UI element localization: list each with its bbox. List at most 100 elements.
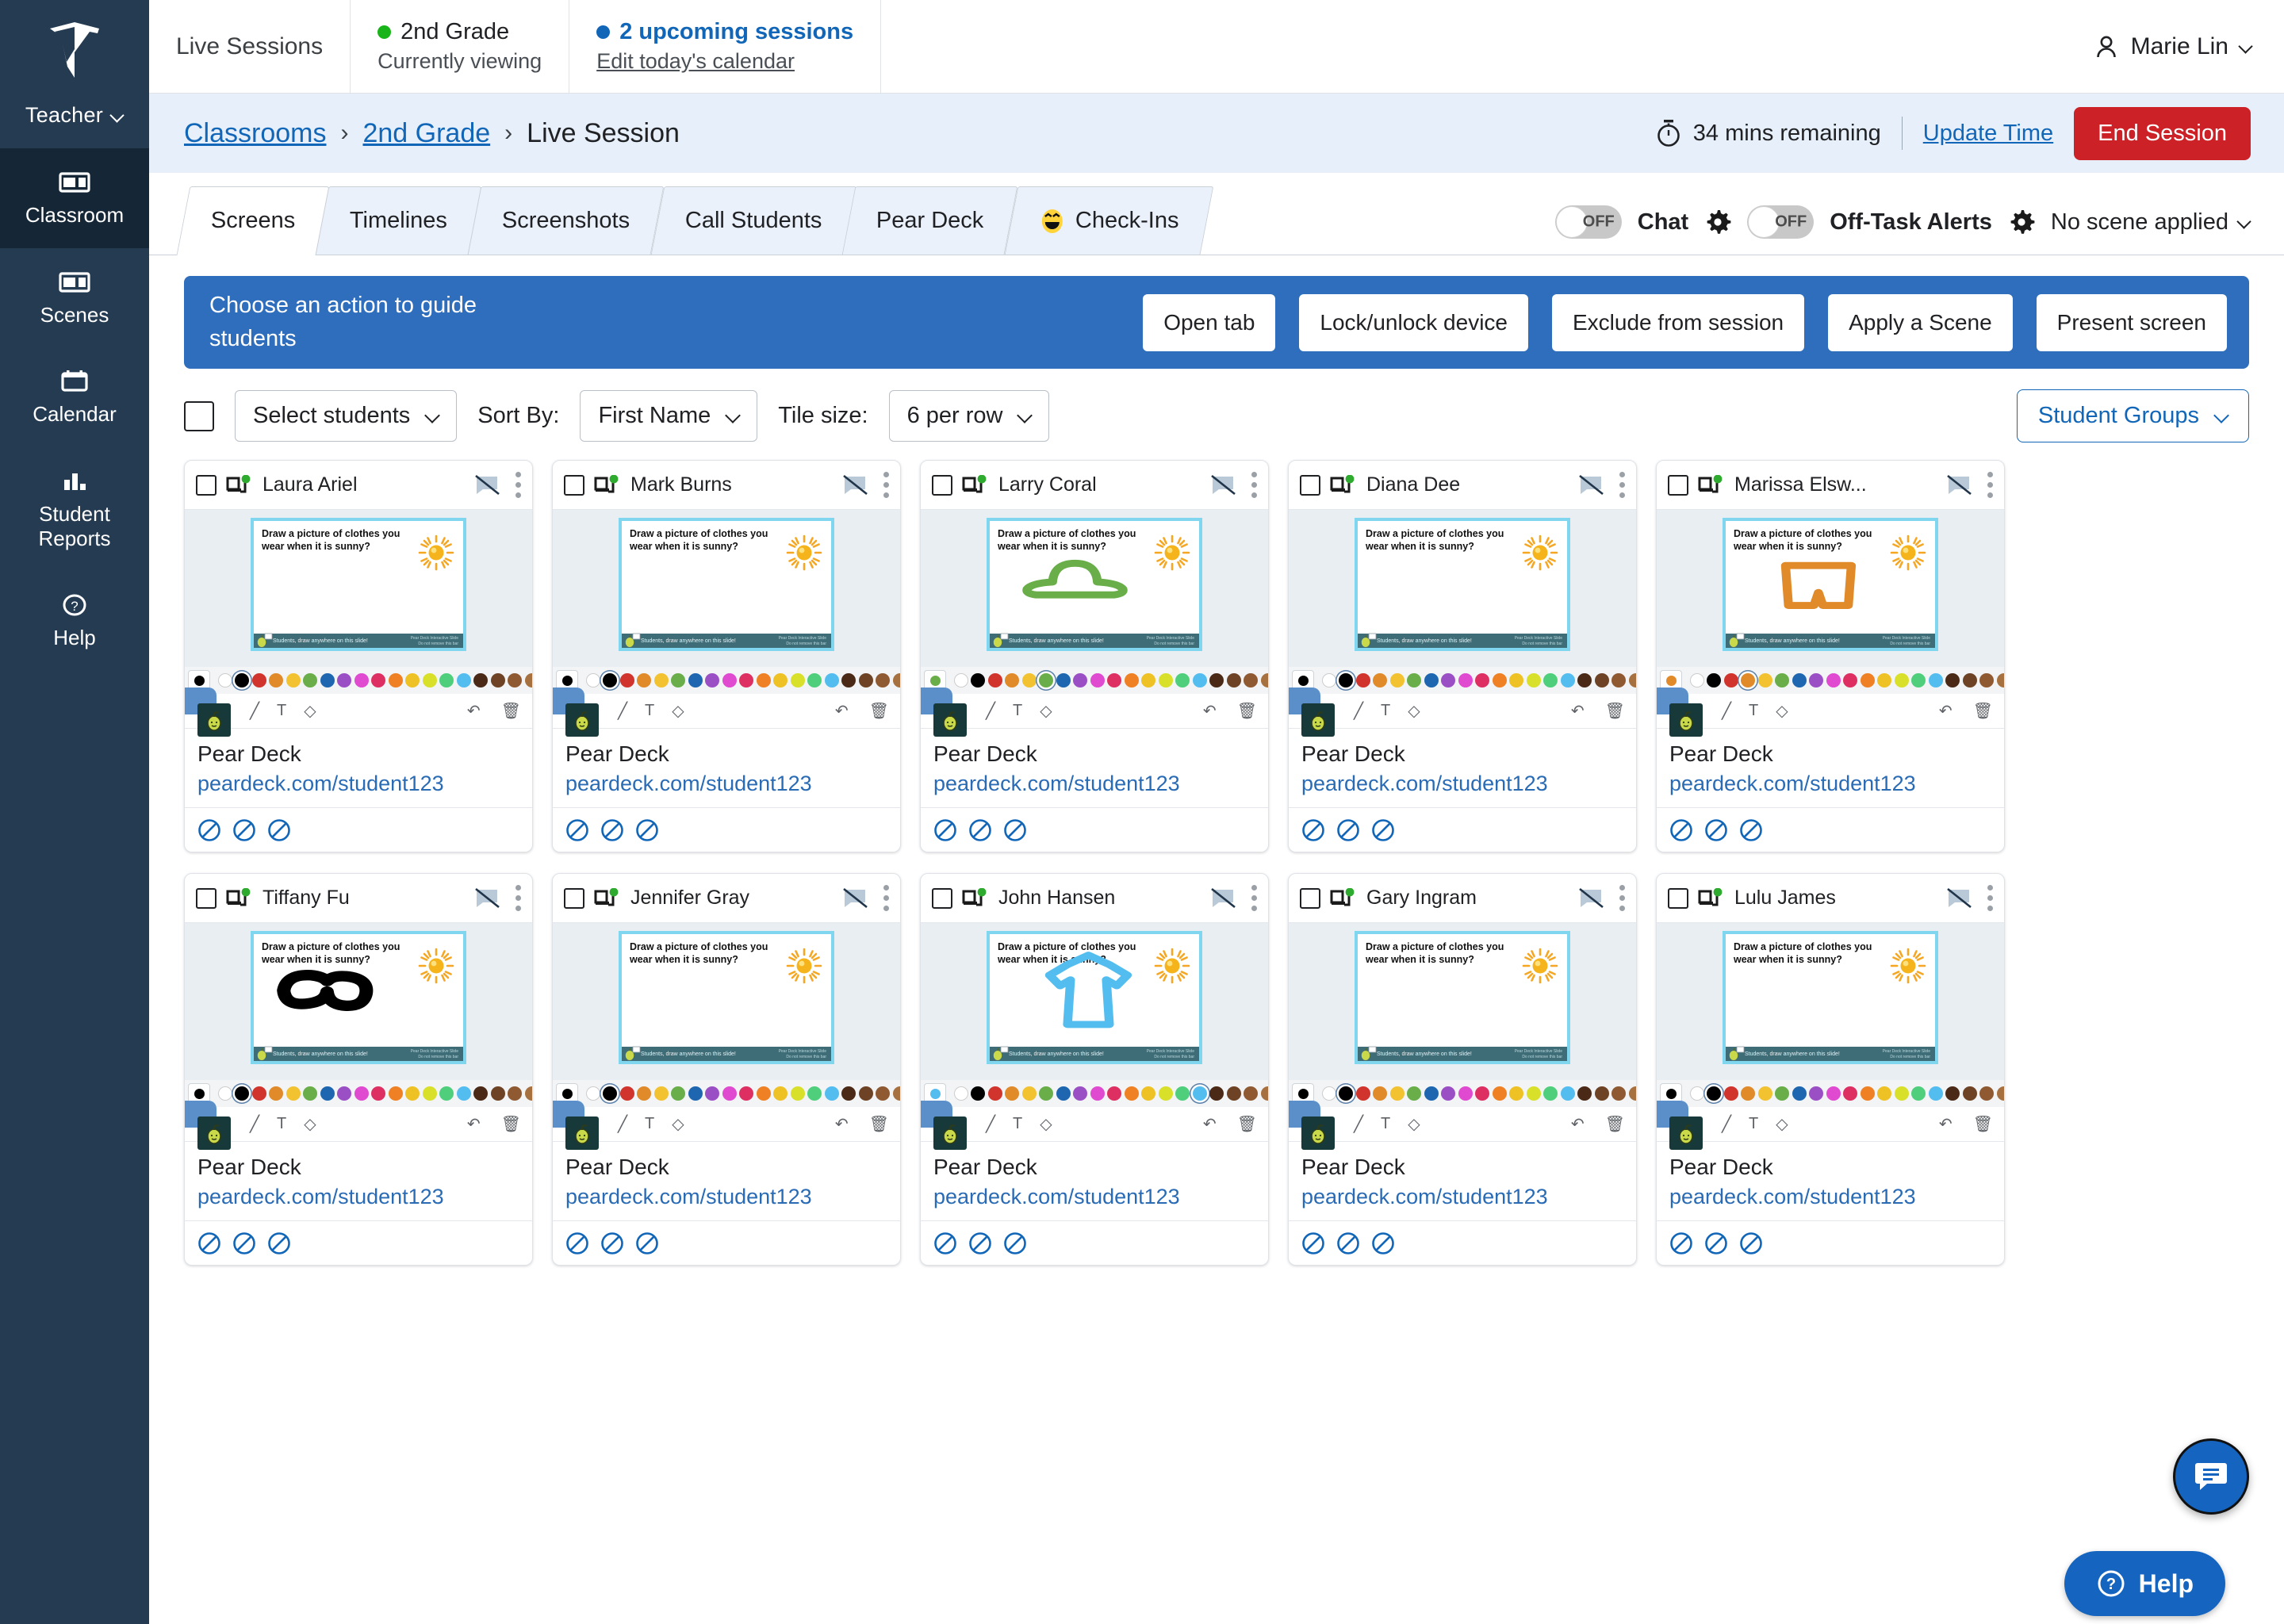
- color-swatch[interactable]: [1458, 1086, 1473, 1101]
- color-swatch[interactable]: [987, 1086, 1002, 1101]
- student-screen-preview[interactable]: Draw a picture of clothes you wear when …: [553, 510, 900, 667]
- trash-icon[interactable]: 🗑: [869, 701, 889, 721]
- color-swatch[interactable]: [439, 1086, 454, 1101]
- apply-a-scene-button[interactable]: Apply a Scene: [1828, 293, 2013, 351]
- sort-by-dropdown[interactable]: First Name: [580, 390, 758, 442]
- color-swatch[interactable]: [337, 673, 351, 688]
- color-swatch[interactable]: [1928, 1086, 1943, 1101]
- color-swatch[interactable]: [1141, 673, 1155, 688]
- chat-disabled-icon[interactable]: [473, 474, 500, 496]
- color-swatch[interactable]: [490, 1086, 505, 1101]
- color-swatch[interactable]: [1090, 673, 1105, 688]
- color-swatch[interactable]: [1073, 1086, 1087, 1101]
- color-swatch[interactable]: [807, 673, 822, 688]
- color-swatch[interactable]: [1073, 673, 1087, 688]
- eraser-icon[interactable]: ◇: [1776, 701, 1788, 721]
- more-vertical-icon[interactable]: [1251, 885, 1257, 911]
- student-card[interactable]: John Hansen Draw a picture of clothes you…: [920, 873, 1269, 1266]
- color-swatch[interactable]: [320, 1086, 335, 1101]
- color-swatch[interactable]: [953, 673, 968, 688]
- block-icon[interactable]: [1003, 818, 1027, 842]
- chat-disabled-icon[interactable]: [1945, 474, 1972, 496]
- pen-icon[interactable]: ╱: [618, 701, 627, 721]
- color-swatch[interactable]: [1543, 673, 1558, 688]
- block-icon[interactable]: [1336, 818, 1360, 842]
- text-icon[interactable]: T: [277, 702, 286, 720]
- color-swatch[interactable]: [371, 1086, 385, 1101]
- color-swatch[interactable]: [1945, 1086, 1960, 1101]
- color-swatch[interactable]: [1475, 673, 1489, 688]
- trash-icon[interactable]: 🗑: [869, 1114, 889, 1134]
- color-swatch[interactable]: [1260, 1086, 1268, 1101]
- undo-icon[interactable]: ↶: [1203, 1114, 1217, 1134]
- color-swatch[interactable]: [1158, 673, 1173, 688]
- color-swatch[interactable]: [1192, 673, 1207, 688]
- color-swatch[interactable]: [1107, 1086, 1121, 1101]
- color-swatch[interactable]: [1577, 673, 1592, 688]
- color-swatch[interactable]: [653, 1086, 669, 1101]
- student-card[interactable]: Diana Dee Draw a picture of clothes you w…: [1288, 460, 1637, 852]
- trash-icon[interactable]: 🗑: [1973, 701, 1993, 721]
- student-card[interactable]: Laura Ariel Draw a picture of clothes you…: [184, 460, 533, 852]
- app-url[interactable]: peardeck.com/student123: [565, 772, 887, 796]
- sidebar-item-help[interactable]: ? Help: [0, 571, 149, 671]
- color-swatch[interactable]: [422, 673, 437, 688]
- color-swatch[interactable]: [790, 1086, 805, 1101]
- undo-icon[interactable]: ↶: [835, 701, 849, 721]
- student-screen-preview[interactable]: Draw a picture of clothes you wear when …: [1657, 510, 2004, 667]
- text-icon[interactable]: T: [1749, 702, 1758, 720]
- color-swatch[interactable]: [1039, 673, 1053, 688]
- app-logo[interactable]: [0, 21, 149, 82]
- color-swatch[interactable]: [354, 673, 369, 688]
- breadcrumb-2nd-grade[interactable]: 2nd Grade: [362, 118, 490, 149]
- color-swatch[interactable]: [739, 673, 753, 688]
- sidebar-item-calendar[interactable]: Calendar: [0, 347, 149, 447]
- color-swatch[interactable]: [773, 1086, 788, 1101]
- sidebar-item-scenes[interactable]: Scenes: [0, 248, 149, 348]
- color-swatch[interactable]: [1373, 1086, 1387, 1101]
- color-swatch[interactable]: [388, 1086, 403, 1101]
- color-swatch[interactable]: [235, 1086, 249, 1101]
- color-swatch[interactable]: [1962, 1086, 1977, 1101]
- color-swatch[interactable]: [1355, 1086, 1370, 1101]
- color-swatch[interactable]: [892, 673, 900, 688]
- color-swatch[interactable]: [217, 673, 232, 688]
- block-icon[interactable]: [968, 1231, 992, 1255]
- color-swatch[interactable]: [320, 673, 335, 688]
- text-icon[interactable]: T: [1381, 1115, 1390, 1133]
- color-swatch[interactable]: [1158, 1086, 1173, 1101]
- student-card[interactable]: Tiffany Fu Draw a picture of clothes you …: [184, 873, 533, 1266]
- color-swatch[interactable]: [269, 1086, 283, 1101]
- color-swatch[interactable]: [1407, 673, 1421, 688]
- student-card[interactable]: Marissa Elsw... Draw a picture of clothes…: [1656, 460, 2005, 852]
- chat-disabled-icon[interactable]: [473, 887, 500, 910]
- color-swatch[interactable]: [1124, 673, 1139, 688]
- trash-icon[interactable]: 🗑: [501, 1114, 521, 1134]
- student-select-checkbox[interactable]: [1300, 887, 1320, 909]
- color-swatch[interactable]: [619, 1086, 634, 1101]
- app-url[interactable]: peardeck.com/student123: [1301, 1185, 1623, 1209]
- color-swatch[interactable]: [858, 673, 873, 688]
- text-icon[interactable]: T: [1381, 702, 1390, 720]
- color-swatch[interactable]: [1723, 673, 1738, 688]
- block-icon[interactable]: [600, 818, 624, 842]
- block-icon[interactable]: [1003, 1231, 1027, 1255]
- color-swatch[interactable]: [1757, 1086, 1772, 1101]
- eraser-icon[interactable]: ◇: [1408, 701, 1420, 721]
- student-select-checkbox[interactable]: [564, 887, 584, 909]
- chat-disabled-icon[interactable]: [1209, 474, 1236, 496]
- block-icon[interactable]: [565, 818, 589, 842]
- block-icon[interactable]: [1371, 1231, 1395, 1255]
- color-swatch[interactable]: [705, 673, 719, 688]
- color-swatch[interactable]: [1911, 1086, 1926, 1101]
- color-swatch[interactable]: [637, 673, 651, 688]
- more-vertical-icon[interactable]: [1987, 472, 1993, 498]
- color-swatch[interactable]: [1209, 1086, 1224, 1101]
- block-icon[interactable]: [1669, 818, 1693, 842]
- color-swatch[interactable]: [1107, 673, 1121, 688]
- block-icon[interactable]: [1301, 818, 1325, 842]
- block-icon[interactable]: [1669, 1231, 1693, 1255]
- open-tab-button[interactable]: Open tab: [1143, 293, 1276, 351]
- color-swatch[interactable]: [722, 673, 737, 688]
- color-swatch[interactable]: [1339, 673, 1353, 688]
